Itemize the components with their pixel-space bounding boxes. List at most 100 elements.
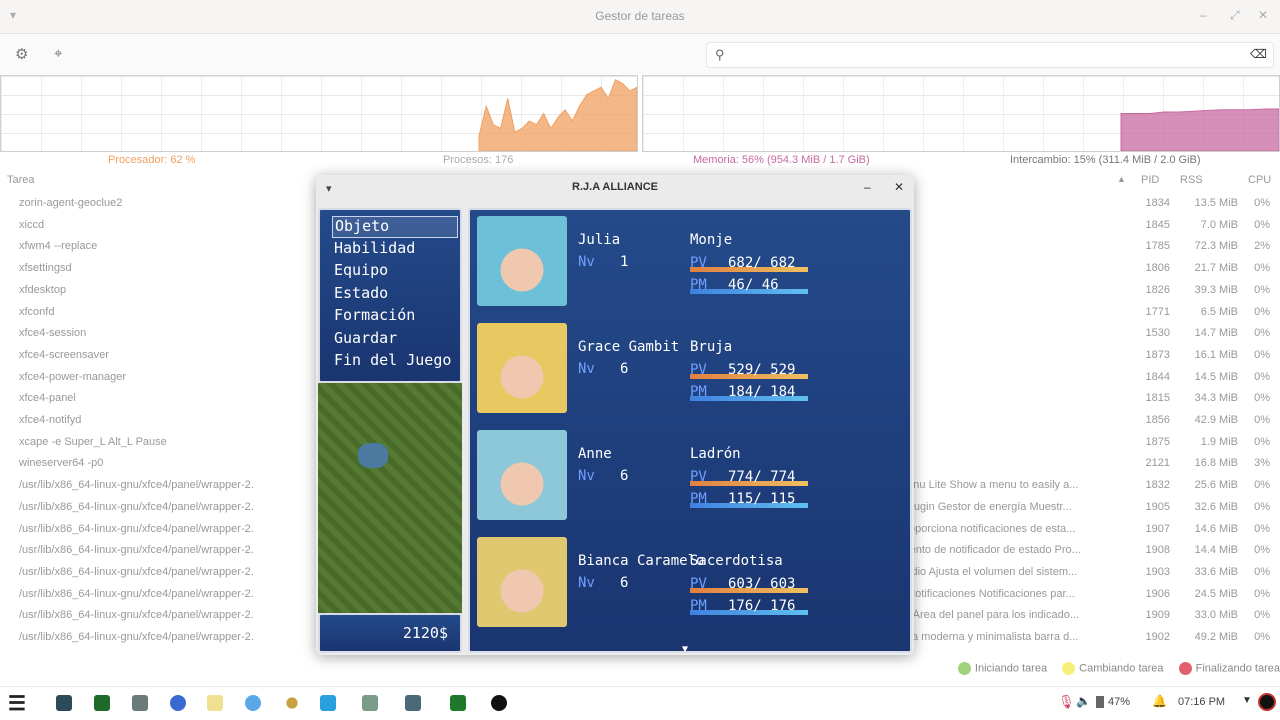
- process-pid: 1844: [1145, 370, 1170, 383]
- process-name: wineserver64 -p0: [19, 457, 104, 470]
- process-rss: 39.3 MiB: [1194, 283, 1238, 296]
- process-description: Una moderna y minimalista barra d...: [898, 631, 1079, 643]
- menu-item[interactable]: Equipo: [332, 261, 458, 283]
- menu-item[interactable]: Formación: [332, 306, 458, 328]
- party-status-window: ▼ Julia Nv 1 Monje PV 682/ 682 PM 46/ 46 Grace G…: [468, 208, 912, 655]
- search-input[interactable]: ⚲ ⌫: [706, 42, 1274, 68]
- column-header-pid[interactable]: PID: [1141, 174, 1159, 186]
- process-cpu: 0%: [1254, 305, 1270, 318]
- mp-label: PM: [690, 277, 707, 293]
- sort-ascending-icon: ▲: [1117, 174, 1126, 184]
- process-count-label: Procesos: 176: [443, 154, 514, 166]
- process-rss: 14.7 MiB: [1194, 327, 1238, 340]
- process-name: /usr/lib/x86_64-linux-gnu/xfce4/panel/wr…: [19, 631, 254, 643]
- character-level: 6: [620, 468, 629, 484]
- process-rss: 7.0 MiB: [1200, 218, 1238, 231]
- process-pid: 1908: [1145, 544, 1170, 557]
- gold-amount: 2120$: [402, 624, 448, 642]
- process-rss: 21.7 MiB: [1194, 262, 1238, 275]
- character-level: 6: [620, 575, 629, 591]
- clock[interactable]: 07:16 PM: [1178, 696, 1225, 708]
- mp-value: 176/ 176: [728, 598, 796, 614]
- settings-app-icon[interactable]: [132, 695, 148, 711]
- compass-app-icon[interactable]: [245, 695, 261, 711]
- browser-app-icon[interactable]: [170, 695, 186, 711]
- process-cpu: 0%: [1254, 544, 1270, 557]
- menu-item[interactable]: Estado: [332, 284, 458, 306]
- process-pid: 1845: [1145, 218, 1170, 231]
- character-class: Ladrón: [690, 446, 741, 462]
- process-pid: 1832: [1145, 479, 1170, 492]
- battery-icon[interactable]: [1096, 696, 1104, 708]
- character-class: Monje: [690, 232, 733, 248]
- notifications-bell-icon[interactable]: 🔔: [1152, 694, 1167, 708]
- menu-item[interactable]: Fin del Juego: [332, 351, 458, 373]
- obs-app-icon[interactable]: [491, 695, 507, 711]
- character-class: Sacerdotisa: [690, 553, 783, 569]
- process-pid: 1909: [1145, 609, 1170, 622]
- process-pid: 1856: [1145, 414, 1170, 426]
- process-name: /usr/lib/x86_64-linux-gnu/xfce4/panel/wr…: [19, 565, 254, 578]
- column-header-task[interactable]: Tarea: [7, 174, 35, 186]
- process-cpu: 0%: [1254, 414, 1270, 426]
- game-close-button[interactable]: ✕: [894, 180, 904, 194]
- process-pid: 1907: [1145, 522, 1170, 535]
- mp-label: PM: [690, 384, 707, 400]
- level-label: Nv: [578, 254, 595, 270]
- game-app-icon[interactable]: [286, 697, 298, 709]
- game-minimize-button[interactable]: –: [864, 180, 871, 194]
- column-header-rss[interactable]: RSS: [1180, 174, 1203, 186]
- game-map-background: [318, 383, 462, 613]
- menu-item[interactable]: Guardar: [332, 329, 458, 351]
- process-cpu: 0%: [1254, 392, 1270, 405]
- mp-label: PM: [690, 491, 707, 507]
- process-rss: 32.6 MiB: [1194, 500, 1238, 513]
- network-icon[interactable]: ▼: [1242, 695, 1252, 706]
- process-description: r-plugin Gestor de energía Muestr...: [898, 500, 1072, 513]
- system-monitor-app-icon[interactable]: [450, 695, 466, 711]
- text-editor-app-icon[interactable]: [207, 695, 223, 711]
- rpg-app-icon[interactable]: [405, 695, 421, 711]
- process-pid: 2121: [1145, 457, 1170, 470]
- character-name: Grace Gambit: [578, 339, 680, 355]
- crosshair-icon[interactable]: ⌖: [54, 45, 62, 62]
- window-title: Gestor de tareas: [595, 9, 685, 23]
- screenshot-app-icon[interactable]: [320, 695, 336, 711]
- cpu-history-area: [478, 79, 637, 151]
- process-rss: 16.1 MiB: [1194, 348, 1238, 361]
- process-cpu: 0%: [1254, 565, 1270, 578]
- scroll-down-arrow-icon[interactable]: ▼: [682, 644, 688, 655]
- settings-gear-icon[interactable]: ⚙: [15, 45, 28, 63]
- menu-item[interactable]: Habilidad: [332, 239, 458, 261]
- close-button[interactable]: ✕: [1258, 8, 1268, 22]
- task-manager-app-icon[interactable]: [94, 695, 110, 711]
- zorin-menu-icon[interactable]: ☰: [8, 691, 26, 716]
- process-rss: 14.6 MiB: [1194, 522, 1238, 535]
- hp-value: 529/ 529: [728, 362, 796, 378]
- starting-dot-icon: [957, 662, 971, 675]
- archive-app-icon[interactable]: [362, 695, 378, 711]
- maximize-button[interactable]: ⤢: [1230, 8, 1240, 23]
- game-window[interactable]: ▾ R.J.A ALLIANCE – ✕ Objeto Habilidad Equi…: [316, 175, 914, 655]
- mp-label: PM: [690, 598, 707, 614]
- process-cpu: 0%: [1254, 197, 1270, 209]
- process-pid: 1806: [1145, 262, 1170, 275]
- minimize-button[interactable]: –: [1200, 8, 1207, 22]
- column-header-cpu[interactable]: CPU: [1248, 174, 1271, 186]
- process-rss: 14.5 MiB: [1194, 370, 1238, 383]
- legend: Iniciando tarea Cambiando tarea Finaliza…: [946, 662, 1280, 678]
- menu-item[interactable]: Objeto: [332, 216, 458, 238]
- ending-dot-icon: [1178, 662, 1192, 675]
- process-pid: 1834: [1145, 197, 1170, 209]
- user-avatar[interactable]: [1258, 693, 1276, 711]
- volume-icon[interactable]: 🔈: [1076, 694, 1091, 708]
- changing-dot-icon: [1062, 662, 1076, 675]
- microphone-muted-icon[interactable]: 🎙: [1058, 694, 1075, 710]
- character-level: 1: [620, 254, 629, 270]
- process-name: xfdesktop: [19, 283, 67, 296]
- swap-usage-label: Intercambio: 15% (311.4 MiB / 2.0 GiB): [1010, 154, 1201, 166]
- gold-window: 2120$: [318, 613, 462, 653]
- clear-search-icon[interactable]: ⌫: [1250, 47, 1267, 61]
- process-rss: 24.5 MiB: [1194, 587, 1238, 600]
- terminal-app-icon[interactable]: [56, 695, 72, 711]
